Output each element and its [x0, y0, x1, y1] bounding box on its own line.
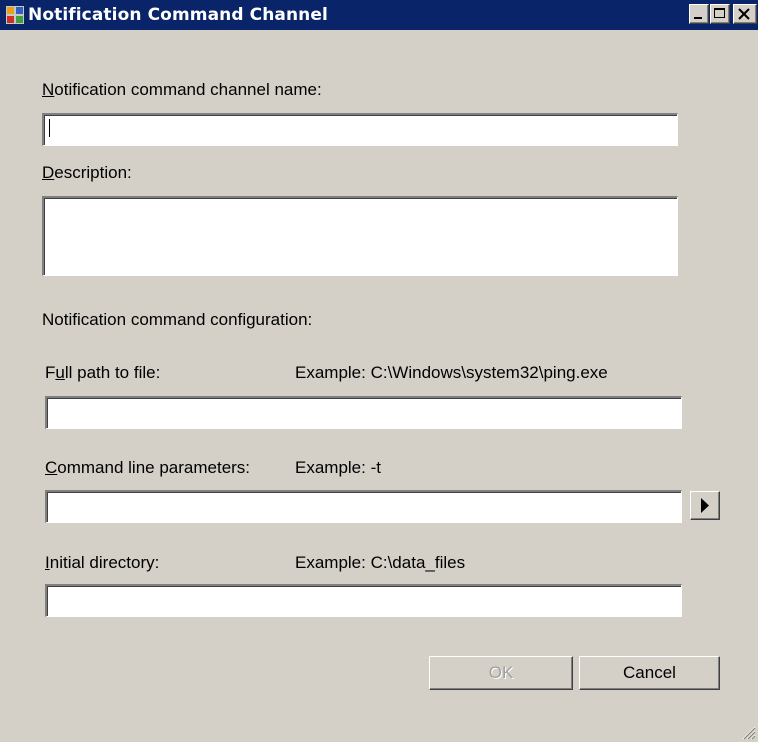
full-path-example: Example: C:\Windows\system32\ping.exe [295, 363, 608, 382]
description-textarea[interactable] [42, 196, 678, 276]
ok-button-label: OK [488, 663, 514, 682]
command-params-input[interactable] [45, 490, 682, 523]
full-path-input[interactable] [45, 396, 682, 429]
channel-name-label: Notification command channel name: [42, 80, 322, 99]
text-caret [49, 119, 50, 137]
cancel-button[interactable]: Cancel [579, 656, 720, 690]
config-heading: Notification command configuration: [42, 310, 313, 329]
close-icon [738, 8, 750, 20]
initial-directory-input[interactable] [45, 584, 682, 617]
right-arrow-icon [701, 498, 709, 513]
maximize-button[interactable] [710, 4, 730, 24]
app-icon [6, 6, 24, 24]
command-params-example: Example: -t [295, 458, 381, 477]
initial-directory-label: Initial directory: [45, 553, 160, 572]
minimize-button[interactable] [689, 4, 709, 24]
channel-name-input[interactable] [42, 113, 678, 146]
insert-variable-button[interactable] [690, 491, 720, 520]
dialog-window: Notification Command Channel Notificatio… [0, 0, 758, 742]
close-button[interactable] [733, 4, 757, 24]
cancel-button-label: Cancel [623, 663, 676, 682]
size-grip-icon[interactable] [740, 724, 756, 740]
maximize-icon [714, 8, 725, 18]
title-bar[interactable]: Notification Command Channel [0, 0, 758, 30]
window-title: Notification Command Channel [28, 5, 328, 25]
description-label: Description: [42, 163, 132, 182]
ok-button[interactable]: OK [429, 656, 573, 690]
command-params-label: Command line parameters: [45, 458, 251, 477]
initial-directory-example: Example: C:\data_files [295, 553, 466, 572]
full-path-label: Full path to file: [45, 363, 161, 382]
minimize-icon [694, 17, 702, 19]
